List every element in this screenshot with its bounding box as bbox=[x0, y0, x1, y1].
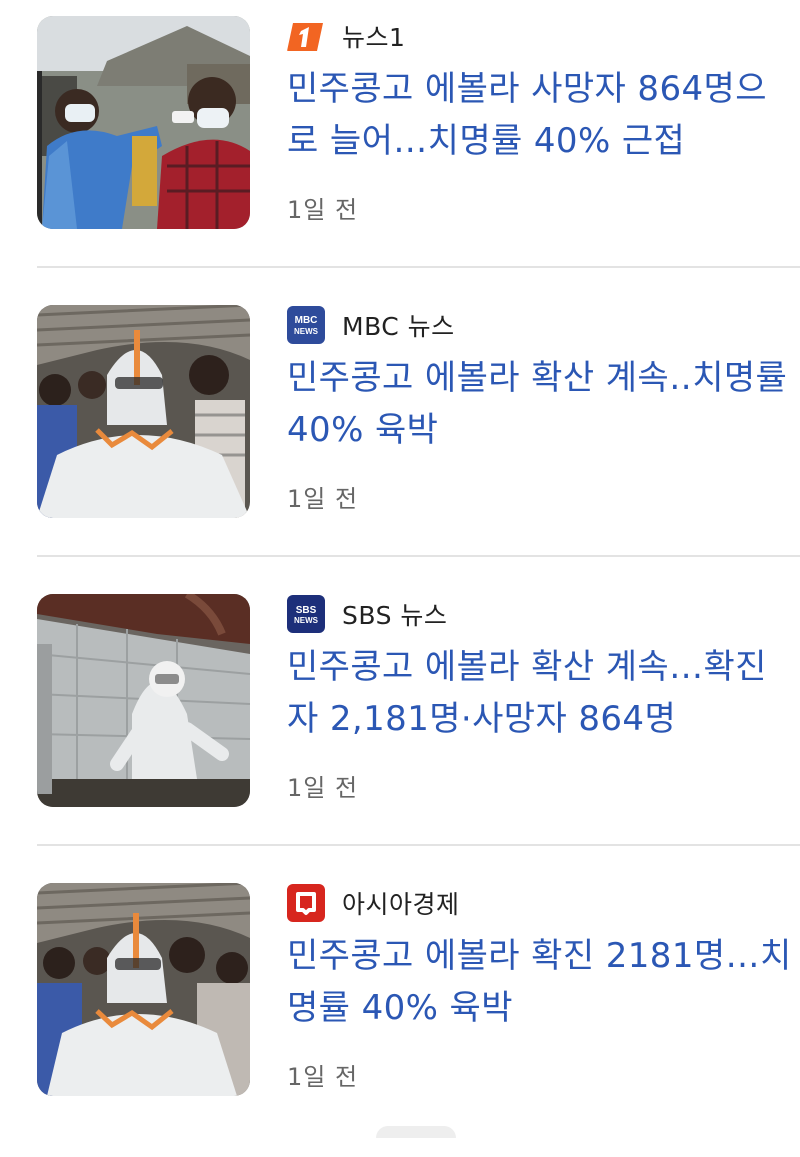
news-thumbnail[interactable] bbox=[37, 16, 250, 229]
source-name: MBC 뉴스 bbox=[342, 312, 455, 341]
source-name: 뉴스1 bbox=[342, 23, 406, 52]
news-source[interactable]: 뉴스1 bbox=[287, 16, 405, 56]
mbc-news-logo-icon: MBC NEWS bbox=[287, 306, 325, 344]
news-thumbnail[interactable] bbox=[37, 594, 250, 807]
news-time: 1일 전 bbox=[287, 774, 359, 802]
news-item[interactable]: 아시아경제 민주콩고 에볼라 확진 2181명…치명률 40% 육박 1일 전 bbox=[0, 867, 800, 1157]
news-item[interactable]: 뉴스1 민주콩고 에볼라 사망자 864명으로 늘어…치명률 40% 근접 1일… bbox=[0, 0, 800, 290]
news-item[interactable]: MBC NEWS MBC 뉴스 민주콩고 에볼라 확산 계속‥치명률 40% 육… bbox=[0, 289, 800, 579]
news-headline[interactable]: 민주콩고 에볼라 확진 2181명…치명률 40% 육박 bbox=[287, 930, 797, 1034]
hazmat-suit-crowd-photo bbox=[37, 883, 250, 1096]
news-time: 1일 전 bbox=[287, 1063, 359, 1091]
svg-text:SBS: SBS bbox=[296, 605, 317, 616]
svg-text:MBC: MBC bbox=[295, 315, 318, 326]
asiae-logo-icon bbox=[287, 884, 325, 922]
source-name: SBS 뉴스 bbox=[342, 601, 448, 630]
news-headline[interactable]: 민주콩고 에볼라 확산 계속‥치명률 40% 육박 bbox=[287, 352, 797, 456]
news-source[interactable]: MBC NEWS MBC 뉴스 bbox=[287, 305, 455, 345]
divider bbox=[37, 555, 800, 557]
source-name: 아시아경제 bbox=[342, 890, 460, 919]
news-thumbnail[interactable] bbox=[37, 883, 250, 1096]
news-source[interactable]: 아시아경제 bbox=[287, 883, 460, 923]
news-time: 1일 전 bbox=[287, 485, 359, 513]
news-item[interactable]: SBS NEWS SBS 뉴스 민주콩고 에볼라 확산 계속…확진자 2,181… bbox=[0, 578, 800, 868]
divider bbox=[37, 844, 800, 846]
svg-text:NEWS: NEWS bbox=[294, 616, 319, 625]
hazmat-suit-tent-photo bbox=[37, 594, 250, 807]
svg-text:NEWS: NEWS bbox=[294, 327, 319, 336]
health-worker-masks-photo bbox=[37, 16, 250, 229]
divider bbox=[37, 266, 800, 268]
sbs-news-logo-icon: SBS NEWS bbox=[287, 595, 325, 633]
news1-logo-icon bbox=[287, 17, 325, 55]
bottom-handle bbox=[376, 1126, 456, 1138]
news-headline[interactable]: 민주콩고 에볼라 사망자 864명으로 늘어…치명률 40% 근접 bbox=[287, 63, 797, 167]
news-headline[interactable]: 민주콩고 에볼라 확산 계속…확진자 2,181명·사망자 864명 bbox=[287, 641, 797, 745]
news-time: 1일 전 bbox=[287, 196, 359, 224]
hazmat-suit-crowd-photo bbox=[37, 305, 250, 518]
news-thumbnail[interactable] bbox=[37, 305, 250, 518]
news-source[interactable]: SBS NEWS SBS 뉴스 bbox=[287, 594, 447, 634]
